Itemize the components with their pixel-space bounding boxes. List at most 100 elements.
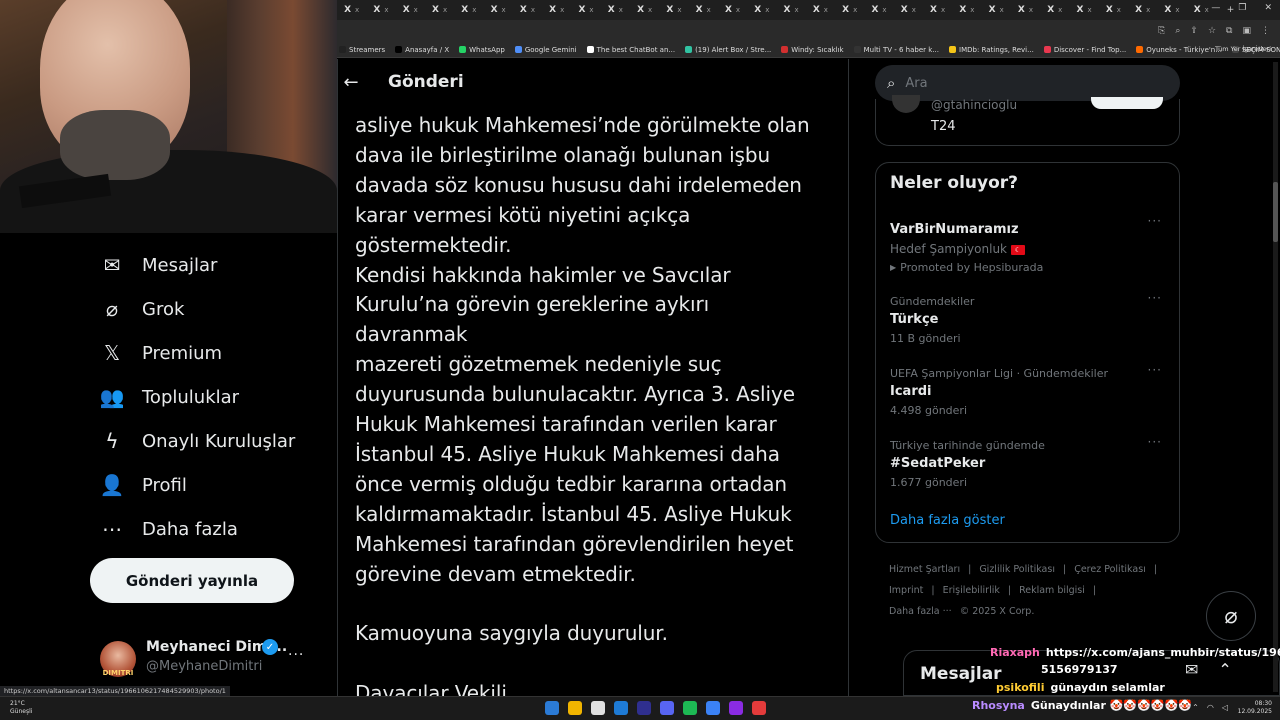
bookmark-item[interactable]: Discover - Find Top...	[1043, 46, 1126, 54]
share-icon[interactable]: ⇪	[1190, 26, 1198, 36]
browser-tab[interactable]: Xx	[483, 0, 512, 20]
browser-tab[interactable]: Xx	[806, 0, 835, 20]
weather-widget[interactable]: 21°C Güneşli	[10, 700, 32, 716]
tab-close-icon[interactable]: x	[853, 6, 857, 14]
tab-close-icon[interactable]: x	[707, 6, 711, 14]
footer-link[interactable]: Gizlilik Politikası	[979, 564, 1055, 575]
browser-tab[interactable]: Xx	[982, 0, 1011, 20]
extensions-icon[interactable]: ⧉	[1226, 26, 1232, 36]
tab-close-icon[interactable]: x	[765, 6, 769, 14]
follow-handle[interactable]: @gtahincioglu	[931, 98, 1017, 112]
follow-name[interactable]: T24	[931, 119, 955, 134]
trend-more-icon[interactable]: ···	[1148, 435, 1162, 449]
show-more-link[interactable]: Daha fazla göster	[890, 513, 1005, 528]
bookmark-item[interactable]: The best ChatBot an...	[586, 46, 675, 54]
browser-tab[interactable]: Xx	[1099, 0, 1128, 20]
follow-avatar[interactable]	[892, 95, 920, 113]
taskbar-app-icon[interactable]	[706, 701, 720, 715]
wifi-icon[interactable]: ◠	[1207, 703, 1214, 712]
tab-close-icon[interactable]: x	[1087, 6, 1091, 14]
collapse-icon[interactable]: ⌃	[1218, 660, 1231, 679]
taskbar-app-icon[interactable]	[568, 701, 582, 715]
footer-link[interactable]: © 2025 X Corp.	[960, 606, 1035, 617]
bookmark-item[interactable]: IMDb: Ratings, Revi...	[949, 46, 1034, 54]
nav-item[interactable]: 𝕏 Premium	[100, 338, 222, 368]
browser-tab[interactable]: Xx	[835, 0, 864, 20]
browser-tab[interactable]: Xx	[396, 0, 425, 20]
trend-more-icon[interactable]: ···	[1148, 214, 1162, 228]
tab-close-icon[interactable]: x	[1205, 6, 1209, 14]
tab-close-icon[interactable]: x	[795, 6, 799, 14]
tab-close-icon[interactable]: x	[648, 6, 652, 14]
tab-close-icon[interactable]: x	[1029, 6, 1033, 14]
browser-tab[interactable]: Xx	[1011, 0, 1040, 20]
footer-link[interactable]: Hizmet Şartları	[889, 564, 960, 575]
tab-close-icon[interactable]: x	[1146, 6, 1150, 14]
browser-tab[interactable]: Xx	[1040, 0, 1069, 20]
nav-item[interactable]: 👤 Profil	[100, 470, 187, 500]
bookmark-item[interactable]: Anasayfa / X	[395, 46, 449, 54]
browser-tab[interactable]: Xx	[454, 0, 483, 20]
promoted-trend[interactable]: VarBirNumaramız Hedef Şampiyonluk ☾ ▶ Pro…	[890, 214, 1170, 274]
taskbar-app-icon[interactable]	[752, 701, 766, 715]
compose-message-icon[interactable]: ✉	[1185, 660, 1198, 679]
account-switcher[interactable]: DIMITRI Meyhaneci Dimi... ✓ @MeyhaneDimi…	[100, 633, 310, 683]
tab-close-icon[interactable]: x	[1175, 6, 1179, 14]
footer-link[interactable]: Daha fazla ···	[889, 606, 952, 617]
minimize-icon[interactable]: —	[1211, 3, 1220, 13]
browser-tab[interactable]: Xx	[542, 0, 571, 20]
browser-tab[interactable]: Xx	[864, 0, 893, 20]
trend-item[interactable]: UEFA Şampiyonlar Ligi · Gündemdekiler Ic…	[890, 363, 1170, 417]
tab-close-icon[interactable]: x	[1000, 6, 1004, 14]
trend-item[interactable]: Türkiye tarihinde gündemde #SedatPeker 1…	[890, 435, 1170, 489]
tab-close-icon[interactable]: x	[443, 6, 447, 14]
post-button[interactable]: Gönderi yayınla	[90, 558, 294, 603]
trend-item[interactable]: Gündemdekiler Türkçe 11 B gönderi ···	[890, 291, 1170, 345]
taskbar-app-icon[interactable]	[637, 701, 651, 715]
install-icon[interactable]: ⎘	[1158, 26, 1165, 36]
grok-fab-icon[interactable]: ⌀	[1206, 591, 1256, 641]
browser-tab[interactable]: Xx	[513, 0, 542, 20]
browser-tab[interactable]: Xx	[776, 0, 805, 20]
nav-item[interactable]: 👥 Topluluklar	[100, 382, 240, 412]
profile-menu-icon[interactable]: ▣	[1242, 26, 1251, 36]
bookmark-item[interactable]: Multi TV - 6 haber k...	[853, 46, 939, 54]
tab-close-icon[interactable]: x	[882, 6, 886, 14]
footer-link[interactable]: Reklam bilgisi	[1019, 585, 1085, 596]
tab-close-icon[interactable]: x	[824, 6, 828, 14]
footer-link[interactable]: Çerez Politikası	[1074, 564, 1146, 575]
tab-close-icon[interactable]: x	[1058, 6, 1062, 14]
nav-item[interactable]: ⌀ Grok	[100, 294, 184, 324]
bookmark-item[interactable]: Windy: Sıcaklık	[781, 46, 844, 54]
tab-close-icon[interactable]: x	[502, 6, 506, 14]
tab-close-icon[interactable]: x	[1117, 6, 1121, 14]
taskbar-app-icon[interactable]	[545, 701, 559, 715]
bookmark-item[interactable]: Streamers	[339, 46, 385, 54]
browser-tab[interactable]: Xx	[425, 0, 454, 20]
tray-chevron-icon[interactable]: ⌃	[1192, 703, 1199, 712]
maximize-icon[interactable]: ❐	[1238, 3, 1246, 13]
browser-tab[interactable]: Xx	[894, 0, 923, 20]
browser-tab[interactable]: Xx	[366, 0, 395, 20]
footer-link[interactable]: Imprint	[889, 585, 923, 596]
bookmark-item[interactable]: Google Gemini	[514, 46, 577, 54]
taskbar-app-icon[interactable]	[660, 701, 674, 715]
tab-close-icon[interactable]: x	[355, 6, 359, 14]
browser-tab[interactable]: Xx	[689, 0, 718, 20]
taskbar-app-icon[interactable]	[614, 701, 628, 715]
browser-tab[interactable]: Xx	[1069, 0, 1098, 20]
all-bookmarks-link[interactable]: Tüm Yer İşaretleri	[1215, 45, 1272, 53]
browser-menu-icon[interactable]: ⋮	[1261, 26, 1270, 36]
tab-close-icon[interactable]: x	[414, 6, 418, 14]
browser-tab[interactable]: Xx	[601, 0, 630, 20]
nav-item[interactable]: ϟ Onaylı Kuruluşlar	[100, 426, 295, 456]
bookmark-item[interactable]: Oyuneks - Türkiye'n...	[1136, 46, 1222, 54]
zoom-icon[interactable]: ⌕	[1175, 26, 1180, 36]
taskbar-app-icon[interactable]	[729, 701, 743, 715]
footer-link[interactable]: Erişilebilirlik	[943, 585, 1000, 596]
account-more-icon[interactable]: ···	[288, 647, 304, 663]
trend-more-icon[interactable]: ···	[1148, 363, 1162, 377]
search-input[interactable]: ⌕ Ara	[875, 65, 1180, 101]
browser-tab[interactable]: Xx	[659, 0, 688, 20]
tab-close-icon[interactable]: x	[560, 6, 564, 14]
